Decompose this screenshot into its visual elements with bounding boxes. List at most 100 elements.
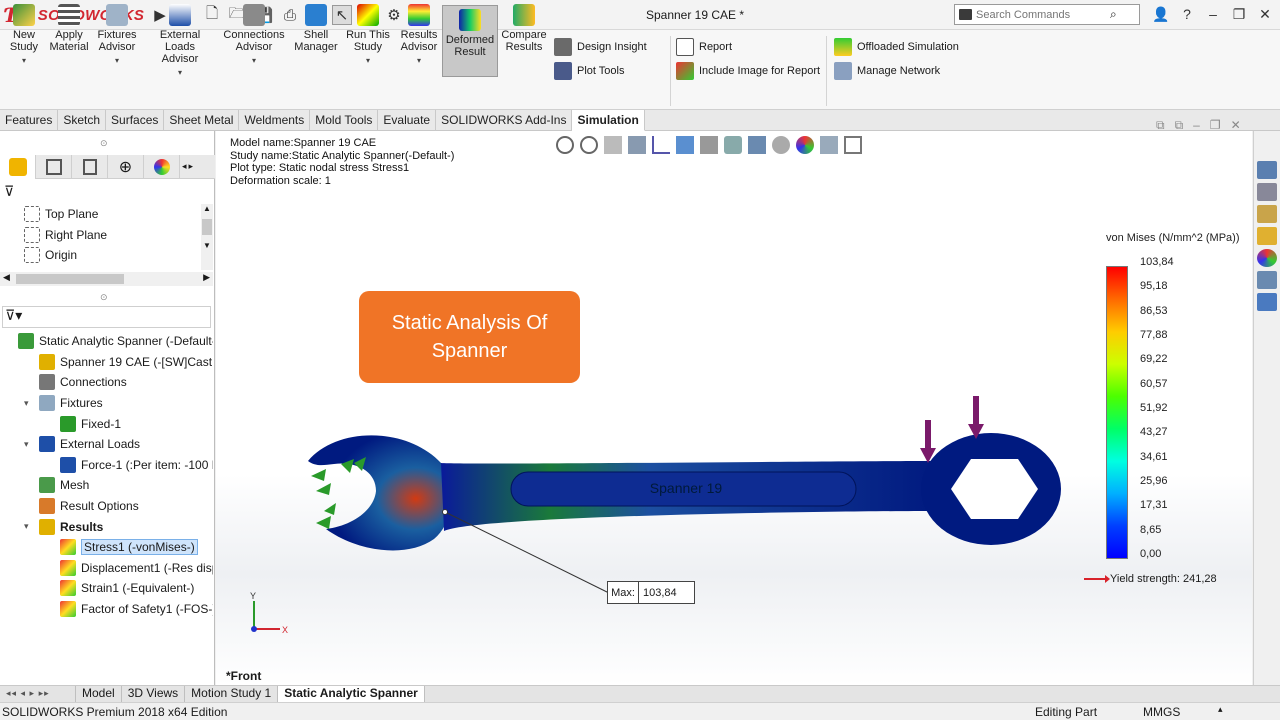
run-study-button[interactable]: Run This Study ▾	[346, 4, 390, 67]
feature-manager-tab[interactable]	[0, 154, 36, 179]
scroll-thumb-horizontal[interactable]	[16, 274, 124, 284]
tree-item-results[interactable]: ▾ Results	[0, 516, 213, 537]
user-icon[interactable]: 👤	[1150, 4, 1172, 24]
tree-item-factor-of-safety1-fos[interactable]: Factor of Safety1 (-FOS-)	[0, 599, 213, 620]
forum-icon[interactable]	[1257, 293, 1277, 311]
custom-properties-icon[interactable]	[1257, 271, 1277, 289]
design-insight-button[interactable]: Design Insight	[554, 37, 647, 57]
resources-home-icon[interactable]	[1257, 161, 1277, 179]
display-icon	[153, 158, 170, 175]
configuration-manager-tab[interactable]	[72, 154, 108, 179]
expand-arrow-icon[interactable]: ▾	[24, 521, 34, 532]
tree-scrollbar[interactable]: ▲ ▼	[201, 204, 213, 270]
tree-item-mesh[interactable]: Mesh	[0, 475, 213, 496]
plot-tools-button[interactable]: Plot Tools ▾	[554, 61, 686, 81]
new-study-button[interactable]: New Study ▾	[8, 4, 40, 67]
fixtures-icon	[39, 395, 55, 412]
scroll-down-icon[interactable]: ▼	[201, 241, 213, 250]
tree-item-result-options[interactable]: Result Options	[0, 496, 213, 517]
fixtures-advisor-button[interactable]: Fixtures Advisor ▾	[96, 4, 138, 67]
unit-system[interactable]: MMGS	[1143, 705, 1180, 719]
legend-tick: 69,22	[1140, 353, 1168, 366]
open-end-head[interactable]	[308, 435, 452, 551]
connections-icon	[39, 374, 55, 391]
manage-network-button[interactable]: Manage Network	[834, 61, 940, 81]
bottom-tab-motion-study-1[interactable]: Motion Study 1	[185, 686, 279, 702]
tab-navigation[interactable]: ◂◂ ◂ ▸ ▸▸	[0, 686, 76, 702]
expand-arrow-icon[interactable]: ▾	[24, 398, 34, 409]
tree-item-connections[interactable]: Connections	[0, 372, 213, 393]
results-advisor-button[interactable]: Results Advisor ▾	[398, 4, 440, 67]
tree-item-displacement1-res-disp[interactable]: Displacement1 (-Res disp-)	[0, 558, 213, 579]
tab-sketch[interactable]: Sketch	[58, 110, 107, 131]
tab-solidworks-add-ins[interactable]: SOLIDWORKS Add-Ins	[436, 110, 573, 131]
tab-surfaces[interactable]: Surfaces	[106, 110, 165, 131]
tree-item-force-1-per-item-100-n[interactable]: Force-1 (:Per item: -100 N:)	[0, 455, 213, 476]
max-label: Max:	[608, 582, 639, 603]
tree-item-stress1-vonmises[interactable]: Stress1 (-vonMises-)	[0, 537, 213, 558]
legend-tick: 103,84	[1140, 256, 1174, 268]
tree-item-fixtures[interactable]: ▾ Fixtures	[0, 393, 213, 414]
offloaded-simulation-button[interactable]: Offloaded Simulation	[834, 37, 959, 57]
scroll-up-icon[interactable]: ▲	[201, 204, 213, 213]
tab-mold-tools[interactable]: Mold Tools	[310, 110, 379, 131]
scroll-left-icon[interactable]: ◀	[3, 272, 10, 283]
search-input[interactable]	[976, 8, 1106, 21]
apply-material-button[interactable]: Apply Material	[48, 4, 90, 53]
tab-simulation[interactable]: Simulation	[572, 110, 645, 131]
tree-item-static-analytic-spanner-default[interactable]: Static Analytic Spanner (-Default-)	[0, 331, 213, 352]
tree-item-external-loads[interactable]: ▾ External Loads	[0, 434, 213, 455]
tab-evaluate[interactable]: Evaluate	[378, 110, 437, 131]
bottom-tab-static-analytic-spanner[interactable]: Static Analytic Spanner	[278, 686, 425, 702]
display-manager-tab[interactable]	[144, 154, 180, 179]
panel-splitter-icon[interactable]: ⊙	[100, 292, 108, 303]
shell-manager-button[interactable]: Shell Manager	[292, 4, 340, 53]
filter-icon[interactable]: ⊽	[4, 183, 14, 200]
legend-tick: 34,61	[1140, 450, 1168, 463]
chevron-left-icon[interactable]: ◂	[182, 161, 187, 172]
appearances-icon[interactable]	[1257, 249, 1277, 267]
color-legend-bar[interactable]	[1106, 266, 1128, 559]
search-commands[interactable]: ⌕	[954, 4, 1140, 25]
tab-weldments[interactable]: Weldments	[239, 110, 311, 131]
close-icon[interactable]: ✕	[1254, 4, 1276, 24]
include-image-button[interactable]: Include Image for Report	[676, 61, 820, 81]
chevron-right-icon[interactable]: ▸	[189, 161, 194, 172]
max-annotation[interactable]: Max: 103,84	[607, 581, 695, 604]
tree-item-top-plane[interactable]: Top Plane	[0, 204, 200, 225]
simulation-filter[interactable]: ⊽▾	[2, 306, 211, 328]
results-icon	[39, 518, 55, 535]
tab-sheet-metal[interactable]: Sheet Metal	[164, 110, 240, 131]
view-palette-icon[interactable]	[1257, 227, 1277, 245]
external-loads-advisor-button[interactable]: External Loads Advisor ▾	[144, 4, 216, 79]
units-dropdown-icon[interactable]: ▴	[1218, 704, 1223, 715]
bottom-tab-3d-views[interactable]: 3D Views	[122, 686, 186, 702]
report-icon	[676, 38, 694, 56]
scroll-thumb[interactable]	[202, 219, 212, 235]
search-icon[interactable]: ⌕	[1110, 7, 1117, 22]
minimize-icon[interactable]: –	[1202, 4, 1224, 24]
deformed-result-button[interactable]: Deformed Result	[442, 5, 498, 77]
dimxpert-tab[interactable]: ⊕	[108, 154, 144, 179]
expand-arrow-icon[interactable]: ▾	[24, 439, 34, 450]
tab-features[interactable]: Features	[0, 110, 59, 131]
compare-results-button[interactable]: Compare Results	[501, 4, 547, 53]
bottom-tab-model[interactable]: Model	[76, 686, 122, 702]
tree-item-fixed-1[interactable]: Fixed-1	[0, 413, 213, 434]
report-button[interactable]: Report	[676, 37, 732, 57]
panel-splitter-icon[interactable]: ⊙	[100, 138, 108, 149]
tree-item-origin[interactable]: Origin	[0, 245, 200, 266]
horizontal-scrollbar[interactable]: ◀ ▶	[0, 272, 213, 286]
run-study-label: Run This Study	[346, 29, 390, 53]
scroll-right-icon[interactable]: ▶	[203, 272, 210, 283]
tree-item-right-plane[interactable]: Right Plane	[0, 225, 200, 246]
help-icon[interactable]: ?	[1176, 4, 1198, 24]
file-explorer-icon[interactable]	[1257, 205, 1277, 223]
tree-item-spanner-19-cae-sw-cast-alloy-steel[interactable]: Spanner 19 CAE (-[SW]Cast Alloy Steel-)	[0, 352, 213, 373]
design-library-icon[interactable]	[1257, 183, 1277, 201]
tree-item-strain1-equivalent[interactable]: Strain1 (-Equivalent-)	[0, 578, 213, 599]
spanner-model[interactable]: Spanner 19 Y X	[216, 131, 1252, 685]
property-manager-tab[interactable]	[36, 154, 72, 179]
connections-advisor-button[interactable]: Connections Advisor ▾	[222, 4, 286, 67]
restore-icon[interactable]: ❐	[1228, 4, 1250, 24]
